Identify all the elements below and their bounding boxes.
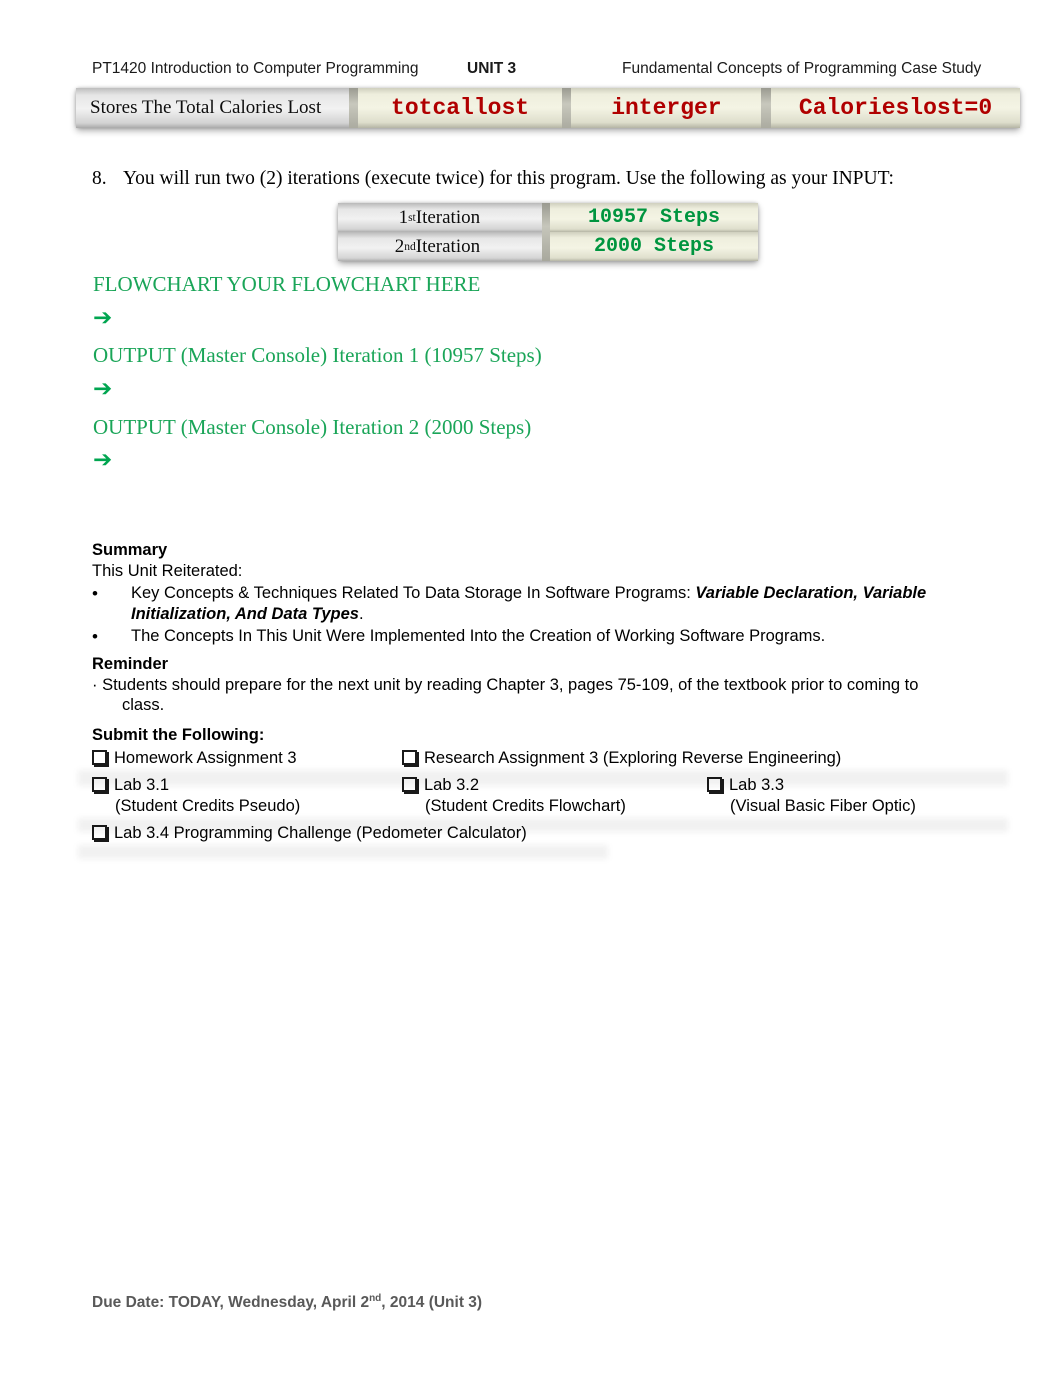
reminder-body: · Students should prepare for the next u… (92, 675, 982, 715)
variable-type-cell: interger (571, 88, 762, 128)
output-iteration-1-heading: OUTPUT (Master Console) Iteration 1 (109… (93, 343, 542, 367)
checklist-item-subtitle: (Visual Basic Fiber Optic) (730, 797, 916, 815)
summary-bullet-text: The Concepts In This Unit Were Implement… (131, 627, 826, 645)
checkbox-icon[interactable] (707, 775, 729, 796)
checklist-item-title: Lab 3.1 (114, 776, 170, 794)
iteration-label-row: 2nd Iteration (338, 232, 543, 261)
iteration-input-table: 1st Iteration 2nd Iteration 10957 Steps 20… (338, 203, 758, 261)
due-date-footer: Due Date: TODAY, Wednesday, April 2nd, 2… (92, 1293, 482, 1312)
iteration-value-column: 10957 Steps 2000 Steps (549, 203, 758, 261)
checklist-item-lab-3-1[interactable]: Lab 3.1 (Student Credits Pseudo) (92, 775, 300, 817)
summary-bullet-text: Key Concepts & Techniques Related To Dat… (131, 583, 1004, 625)
instruction-number: 8. (92, 168, 107, 189)
due-date-suffix: nd (369, 1293, 382, 1304)
checklist-row: Homework Assignment 3 Research Assignmen… (92, 748, 1022, 775)
document-page: PT1420 Introduction to Computer Programm… (0, 0, 1062, 1376)
variable-description-cell: Stores The Total Calories Lost (76, 88, 349, 128)
checklist-item-subtitle: (Student Credits Flowchart) (425, 797, 626, 815)
checklist-item-subtitle: (Student Credits Pseudo) (115, 797, 301, 815)
checklist-item-lab-3-2[interactable]: Lab 3.2 (Student Credits Flowchart) (402, 775, 626, 817)
checkbox-icon[interactable] (92, 748, 114, 769)
submit-checklist: Homework Assignment 3 Research Assignmen… (92, 748, 1022, 850)
header-course-title: PT1420 Introduction to Computer Programm… (92, 60, 419, 77)
variable-initialization-text: Calorieslost=0 (798, 95, 993, 121)
checklist-item-label: Lab 3.2 (Student Credits Flowchart) (424, 775, 626, 817)
reminder-line-1: · Students should prepare for the next u… (92, 676, 919, 694)
output-iteration-2-heading: OUTPUT (Master Console) Iteration 2 (200… (93, 415, 532, 439)
table-cell-divider (561, 88, 572, 128)
iteration-value-row: 10957 Steps (549, 203, 758, 232)
iteration-word: Iteration (415, 206, 481, 228)
bullet-tail-text: . (358, 605, 364, 623)
header-case-study-title: Fundamental Concepts of Programming Case… (622, 60, 982, 77)
checklist-item-label: Lab 3.3 (Visual Basic Fiber Optic) (729, 775, 916, 817)
instruction-text: You will run two (2) iterations (execute… (123, 168, 894, 189)
arrow-right-icon: ➔ (93, 447, 113, 473)
variable-declaration-table: Stores The Total Calories Lost totcallos… (76, 88, 1020, 128)
checklist-item-lab-3-3[interactable]: Lab 3.3 (Visual Basic Fiber Optic) (707, 775, 916, 817)
checklist-item-label: Homework Assignment 3 (114, 749, 297, 767)
checkbox-icon[interactable] (402, 775, 424, 796)
iteration-ordinal-suffix: st (408, 211, 416, 224)
summary-subheading: This Unit Reiterated: (92, 562, 243, 580)
checklist-item-label: Lab 3.1 (Student Credits Pseudo) (114, 775, 300, 817)
variable-initialization-cell: Calorieslost=0 (771, 88, 1020, 128)
instruction-item-8: 8. You will run two (2) iterations (execu… (92, 168, 972, 190)
bullet-icon: • (92, 627, 98, 646)
variable-name-text: totcallost (391, 95, 530, 121)
iteration-ordinal-suffix: nd (404, 240, 416, 253)
iteration-value-row: 2000 Steps (549, 232, 758, 261)
list-item: • The Concepts In This Unit Were Impleme… (92, 626, 1004, 647)
checklist-item-title: Lab 3.3 (729, 776, 785, 794)
reminder-heading: Reminder (92, 655, 169, 673)
iteration-word: Iteration (415, 235, 481, 257)
flowchart-heading: FLOWCHART YOUR FLOWCHART HERE (93, 272, 481, 296)
table-cell-divider (348, 88, 359, 128)
iteration-ordinal: 1 (398, 206, 409, 228)
checkbox-icon[interactable] (92, 823, 114, 844)
checklist-item-research-3[interactable]: Research Assignment 3 (Exploring Reverse… (402, 748, 841, 769)
checklist-row: Lab 3.4 Programming Challenge (Pedometer… (92, 823, 1022, 850)
iteration-label-row: 1st Iteration (338, 203, 543, 232)
checklist-item-title: Lab 3.2 (424, 776, 480, 794)
summary-bullet-list: • Key Concepts & Techniques Related To D… (92, 583, 1004, 648)
checklist-row: Lab 3.1 (Student Credits Pseudo) Lab 3.2 (… (92, 775, 1022, 823)
checklist-item-label: Research Assignment 3 (Exploring Reverse… (424, 749, 842, 767)
arrow-right-icon: ➔ (93, 305, 113, 331)
arrow-right-icon: ➔ (93, 376, 113, 402)
variable-type-text: interger (611, 95, 722, 121)
checklist-item-label: Lab 3.4 Programming Challenge (Pedometer… (114, 824, 527, 842)
reminder-line-2: class. (122, 696, 165, 714)
due-date-tail: , 2014 (Unit 3) (381, 1294, 483, 1312)
summary-heading: Summary (92, 541, 168, 559)
submit-heading: Submit the Following: (92, 726, 265, 744)
running-header: PT1420 Introduction to Computer Programm… (92, 60, 992, 82)
table-cell-divider (542, 203, 550, 261)
due-date-lead: Due Date: TODAY, Wednesday, April 2 (92, 1294, 370, 1312)
variable-name-cell: totcallost (358, 88, 562, 128)
checkbox-icon[interactable] (92, 775, 114, 796)
iteration-ordinal: 2 (394, 235, 405, 257)
list-item: • Key Concepts & Techniques Related To D… (92, 583, 1004, 625)
iteration-label-column: 1st Iteration 2nd Iteration (338, 203, 543, 261)
variable-description-text: Stores The Total Calories Lost (90, 97, 322, 118)
header-unit-label: UNIT 3 (467, 60, 517, 77)
bullet-lead-text: Key Concepts & Techniques Related To Dat… (131, 584, 696, 602)
table-cell-divider (761, 88, 772, 128)
checklist-item-lab-3-4[interactable]: Lab 3.4 Programming Challenge (Pedometer… (92, 823, 527, 844)
checkbox-icon[interactable] (402, 748, 424, 769)
checklist-item-homework-3[interactable]: Homework Assignment 3 (92, 748, 297, 769)
bullet-icon: • (92, 584, 98, 603)
